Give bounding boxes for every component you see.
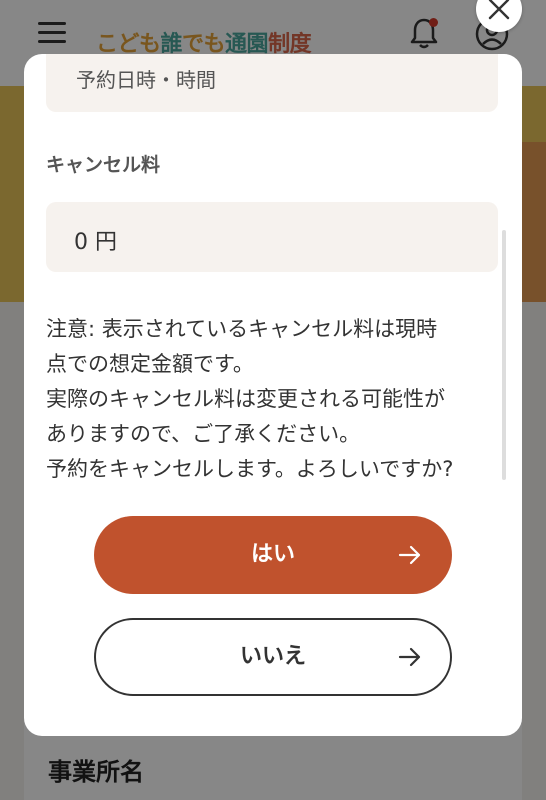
cancel-fee-value: 0 円 <box>74 230 117 255</box>
close-icon <box>488 0 510 20</box>
scrollbar[interactable] <box>502 230 506 480</box>
modal-scroll-area[interactable]: 予約日時・時間 キャンセル料 0 円 注意: 表示されているキャンセル料は現時 … <box>24 54 522 494</box>
arrow-right-icon <box>398 647 421 667</box>
notice-line: ありますので、ご了承ください。 <box>46 422 361 446</box>
arrow-right-icon <box>398 545 421 565</box>
cancel-notice: 注意: 表示されているキャンセル料は現時 点での想定金額です。 実際のキャンセル… <box>46 312 506 487</box>
notice-line: 予約をキャンセルします。よろしいですか? <box>46 457 454 481</box>
cancel-confirm-modal: 予約日時・時間 キャンセル料 0 円 注意: 表示されているキャンセル料は現時 … <box>24 54 522 736</box>
cancel-fee-label: キャンセル料 <box>46 154 161 176</box>
no-button[interactable]: いいえ <box>94 618 452 696</box>
notice-line: 点での想定金額です。 <box>46 352 254 376</box>
notice-line: 注意: 表示されているキャンセル料は現時 <box>46 317 438 341</box>
notice-line: 実際のキャンセル料は変更される可能性が <box>46 387 445 411</box>
yes-button[interactable]: はい <box>94 516 452 594</box>
previous-field-value: 予約日時・時間 <box>76 68 216 92</box>
no-button-label: いいえ <box>239 644 306 669</box>
previous-field-box: 予約日時・時間 <box>46 54 498 112</box>
cancel-fee-box: 0 円 <box>46 202 498 272</box>
